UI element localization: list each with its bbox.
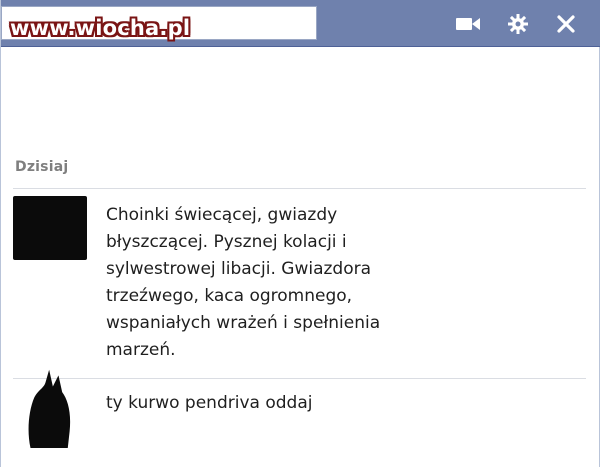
message-line: Choinki świecącej, gwiazdy [106,205,338,225]
chat-window: www.wiocha.pl Dzisiaj Choinki świecącej,… [0,0,600,467]
video-call-icon[interactable] [454,10,482,38]
message-line: marzeń. [106,340,176,360]
close-icon[interactable] [552,10,580,38]
message-line: trzeźwego, kaca ogromnego, [106,286,353,306]
watermark-logo: www.wiocha.pl [10,16,191,40]
day-separator-label: Dzisiaj [15,159,69,175]
chat-titlebar[interactable]: www.wiocha.pl [1,0,600,47]
gear-icon[interactable] [504,10,532,38]
avatar[interactable] [13,196,87,260]
chat-title-box[interactable]: www.wiocha.pl [1,6,317,40]
message-divider [13,188,586,189]
message-text: ty kurwo pendriva oddaj [106,390,566,417]
message-divider [13,378,586,379]
avatar[interactable] [19,366,83,448]
message-text: Choinki świecącej, gwiazdy błyszczącej. … [106,202,486,364]
message-line: wspaniałych wrażeń i spełnienia [106,313,381,333]
message-line: sylwestrowej libacji. Gwiazdora [106,259,372,279]
message-line: ty kurwo pendriva oddaj [106,393,313,413]
message-line: błyszczącej. Pysznej kolacji i [106,232,347,252]
